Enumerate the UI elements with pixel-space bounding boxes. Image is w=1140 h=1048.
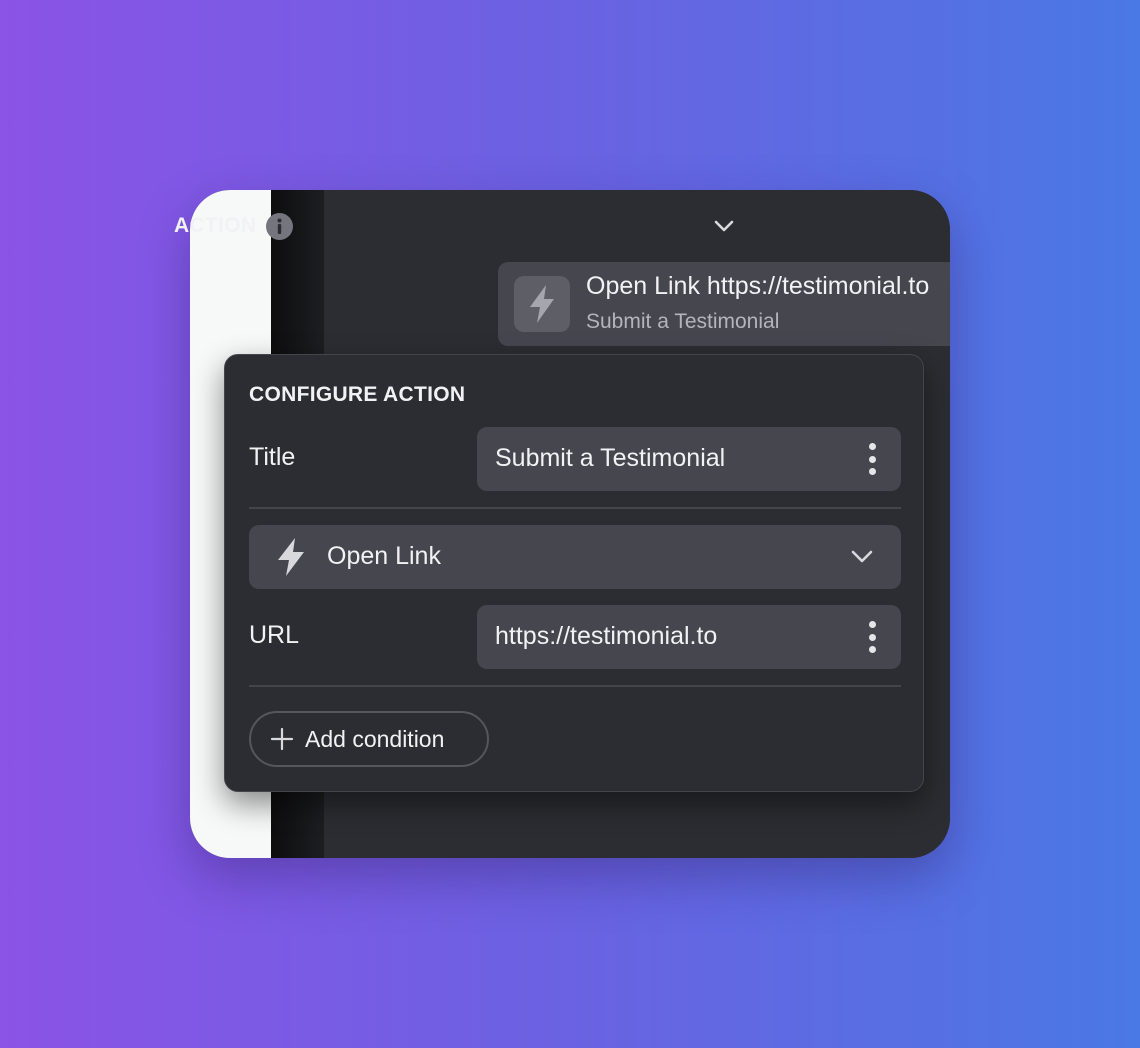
chevron-down-icon — [849, 545, 875, 569]
more-vertical-icon[interactable] — [867, 443, 877, 475]
divider — [249, 685, 901, 687]
action-selector-title: Open Link https://testimonial.to — [586, 272, 930, 300]
bolt-icon — [275, 537, 307, 577]
url-field-label: URL — [249, 621, 300, 649]
title-field-label: Title — [249, 443, 296, 471]
title-field[interactable]: Submit a Testimonial — [477, 427, 901, 491]
url-field-value: https://testimonial.to — [495, 622, 718, 650]
configure-action-title: CONFIGURE ACTION — [249, 383, 466, 406]
action-section-title: ACTION — [174, 214, 257, 237]
title-field-value: Submit a Testimonial — [495, 444, 726, 472]
action-section-header: ACTION — [174, 210, 294, 242]
plus-icon — [269, 726, 295, 752]
action-type-value: Open Link — [327, 542, 441, 570]
chevron-down-icon[interactable] — [712, 214, 736, 238]
configure-action-popover: CONFIGURE ACTION Title Submit a Testimon… — [224, 354, 924, 792]
url-field[interactable]: https://testimonial.to — [477, 605, 901, 669]
divider — [249, 507, 901, 509]
action-selector[interactable]: Open Link https://testimonial.to Submit … — [498, 262, 950, 346]
bolt-icon — [514, 276, 570, 332]
more-vertical-icon[interactable] — [867, 621, 877, 653]
action-selector-subtitle: Submit a Testimonial — [586, 310, 780, 333]
add-condition-button[interactable]: Add condition — [249, 711, 489, 767]
add-condition-label: Add condition — [305, 725, 445, 752]
action-type-select[interactable]: Open Link — [249, 525, 901, 589]
info-icon[interactable] — [266, 212, 294, 240]
